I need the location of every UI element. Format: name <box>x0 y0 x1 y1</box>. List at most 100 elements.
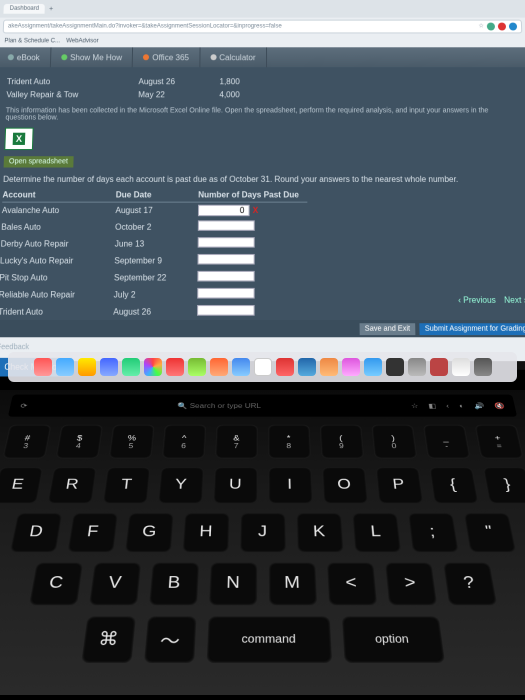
key-u[interactable]: U <box>213 467 257 503</box>
key-l[interactable]: L <box>352 513 401 552</box>
key-f[interactable]: F <box>67 513 118 552</box>
key-?[interactable]: ? <box>442 563 496 606</box>
key-j[interactable]: J <box>239 513 285 552</box>
key-4[interactable]: $4 <box>55 425 102 459</box>
key-8[interactable]: *8 <box>268 425 311 459</box>
dock-itunes-icon[interactable] <box>342 358 360 376</box>
tab-show-me-how[interactable]: Show Me How <box>51 47 134 67</box>
dock-app-icon[interactable] <box>452 358 470 376</box>
previous-button[interactable]: ‹ Previous <box>458 295 496 305</box>
days-input[interactable] <box>197 305 255 316</box>
volume-icon[interactable]: 🔊 <box>473 402 485 409</box>
key-c[interactable]: C <box>28 563 82 606</box>
cell-account: Pit Stop Auto <box>0 269 114 286</box>
key-t[interactable]: T <box>102 467 150 503</box>
key-i[interactable]: I <box>268 467 312 503</box>
dock-appstore-icon[interactable] <box>364 358 382 376</box>
key-y[interactable]: Y <box>157 467 203 503</box>
key-o[interactable]: O <box>321 467 367 503</box>
save-and-exit-button[interactable]: Save and Exit <box>359 323 415 335</box>
key-special[interactable]: 〜 <box>143 616 196 663</box>
dock-app-icon[interactable] <box>100 358 118 376</box>
days-input[interactable] <box>198 220 255 230</box>
key-3[interactable]: #3 <box>2 425 51 459</box>
address-bar[interactable]: akeAssignment/takeAssignmentMain.do?invo… <box>3 20 523 34</box>
dock-app-icon[interactable] <box>34 358 52 376</box>
touchbar-btn[interactable]: ◐ <box>458 402 464 409</box>
account-date: May 22 <box>138 90 219 99</box>
key-<[interactable]: < <box>326 563 376 606</box>
next-button[interactable]: Next › <box>504 295 525 305</box>
bookmark-item[interactable]: Plan & Schedule C... <box>4 38 60 44</box>
dock-app-icon[interactable] <box>78 358 96 376</box>
key-n[interactable]: N <box>208 563 256 606</box>
days-input[interactable] <box>197 271 254 282</box>
key-=[interactable]: += <box>474 425 523 459</box>
key-option[interactable]: option <box>341 616 444 663</box>
dock-app-icon[interactable] <box>122 358 140 376</box>
new-tab-icon[interactable]: + <box>49 5 53 12</box>
key-e[interactable]: E <box>0 467 43 503</box>
key--[interactable]: _- <box>423 425 470 459</box>
star-icon[interactable]: ☆ <box>478 23 484 31</box>
dock-app-icon[interactable] <box>276 358 294 376</box>
ext-icon-2[interactable] <box>498 23 506 31</box>
key-b[interactable]: B <box>148 563 198 606</box>
chevron-left-icon[interactable]: ‹ <box>446 402 450 409</box>
star-icon[interactable]: ☆ <box>410 402 418 409</box>
dock-app-icon[interactable] <box>188 358 206 376</box>
dock-app-icon[interactable] <box>386 358 404 376</box>
days-input[interactable] <box>197 288 255 299</box>
key-d[interactable]: D <box>9 513 62 552</box>
key-6[interactable]: ^6 <box>161 425 205 459</box>
key-g[interactable]: G <box>124 513 173 552</box>
touch-bar[interactable]: ⟳ 🔍 Search or type URL ☆ ◧ ‹ ◐ 🔊 🔇 <box>8 395 517 417</box>
key-m[interactable]: M <box>268 563 316 606</box>
tab-office-365[interactable]: Office 365 <box>133 47 200 67</box>
feedback-link[interactable]: Feedback <box>0 344 525 352</box>
key->[interactable]: > <box>384 563 436 606</box>
key-0[interactable]: )0 <box>371 425 417 459</box>
dock-app-icon[interactable] <box>210 358 228 376</box>
dock-settings-icon[interactable] <box>408 358 426 376</box>
dock-app-icon[interactable] <box>254 358 272 376</box>
bookmark-item[interactable]: WebAdvisor <box>66 38 99 44</box>
key-7[interactable]: &7 <box>215 425 258 459</box>
days-input[interactable]: 0 <box>198 205 250 216</box>
ext-icon-1[interactable] <box>487 23 495 31</box>
touchbar-btn[interactable]: ◧ <box>428 402 437 409</box>
key-p[interactable]: P <box>375 467 423 503</box>
dock-app-icon[interactable] <box>430 358 448 376</box>
submit-assignment-button[interactable]: Submit Assignment for Grading <box>419 323 525 335</box>
key-"[interactable]: " <box>463 513 516 552</box>
refresh-icon[interactable]: ⟳ <box>20 402 28 409</box>
mute-icon[interactable]: 🔇 <box>494 402 506 409</box>
days-input[interactable] <box>197 254 254 265</box>
key-h[interactable]: H <box>182 513 229 552</box>
calculator-icon <box>210 54 216 60</box>
key-cmd-symbol[interactable]: ⌘ <box>81 616 136 663</box>
tab-ebook[interactable]: eBook <box>0 47 51 67</box>
touchbar-search[interactable]: 🔍 Search or type URL <box>37 402 401 409</box>
dock-app-icon[interactable] <box>320 358 338 376</box>
tab-calculator[interactable]: Calculator <box>200 47 267 67</box>
key-command[interactable]: command <box>206 616 331 663</box>
key-v[interactable]: V <box>88 563 140 606</box>
key-k[interactable]: K <box>296 513 343 552</box>
ext-icon-3[interactable] <box>509 23 517 31</box>
key-;[interactable]: ; <box>407 513 458 552</box>
dock-app-icon[interactable] <box>232 358 250 376</box>
key-r[interactable]: R <box>47 467 96 503</box>
dock-app-icon[interactable] <box>56 358 74 376</box>
key-}[interactable]: } <box>482 467 525 503</box>
days-input[interactable] <box>198 237 255 248</box>
browser-tab[interactable]: Dashboard <box>3 4 45 14</box>
dock-app-icon[interactable] <box>166 358 184 376</box>
open-spreadsheet-button[interactable]: Open spreadsheet <box>4 156 74 167</box>
key-5[interactable]: %5 <box>108 425 154 459</box>
key-{[interactable]: { <box>429 467 478 503</box>
dock-word-icon[interactable] <box>298 358 316 376</box>
key-9[interactable]: (9 <box>319 425 363 459</box>
dock-trash-icon[interactable] <box>474 358 492 376</box>
dock-chrome-icon[interactable] <box>144 358 162 376</box>
